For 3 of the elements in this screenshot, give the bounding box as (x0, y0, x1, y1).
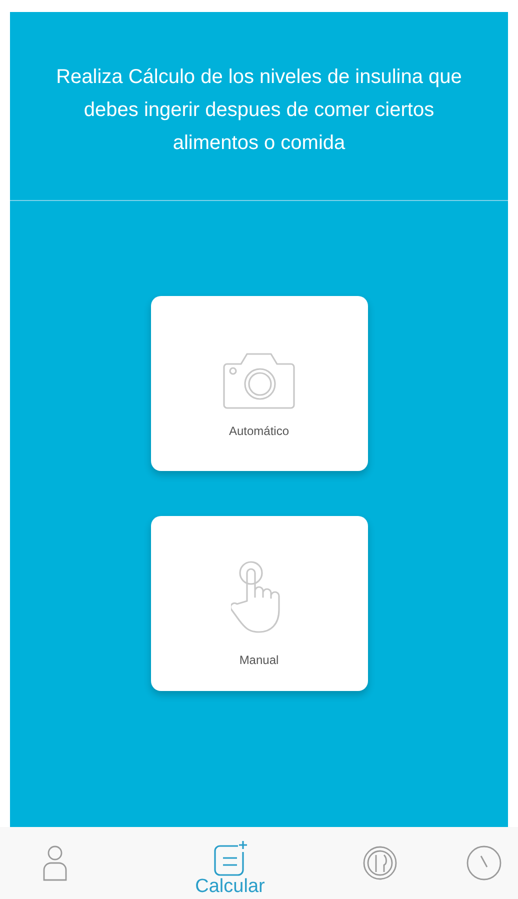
option-card[interactable]: Manual (150, 516, 368, 691)
option-card[interactable]: Automático (150, 296, 368, 471)
intro-text: Realiza Cálculo de los niveles de insulina que debes ingerir despues de comer ciertos alimentos o comida (55, 64, 463, 156)
